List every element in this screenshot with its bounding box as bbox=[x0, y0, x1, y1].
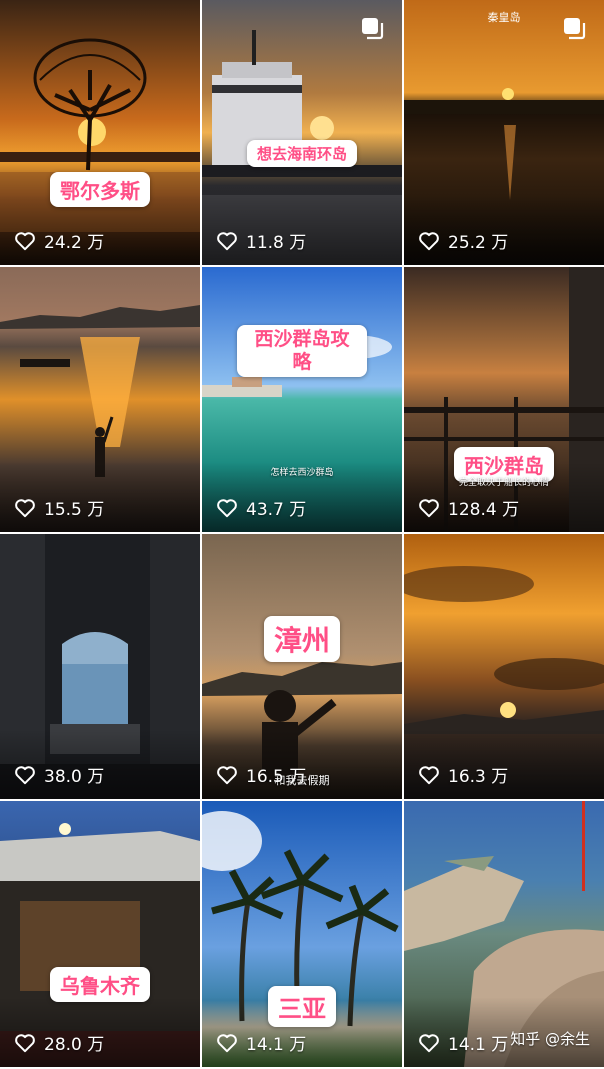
video-tile[interactable]: 14.1 万 知乎 @余生 bbox=[404, 801, 604, 1067]
like-count: 28.0 万 bbox=[14, 1030, 104, 1055]
like-count-text: 43.7 万 bbox=[246, 500, 307, 520]
location-sticker: 三亚 bbox=[268, 986, 336, 1027]
heart-outline-icon bbox=[217, 1033, 237, 1052]
like-count: 14.1 万 bbox=[418, 1030, 508, 1055]
video-tile[interactable]: 漳州 和我去假期 16.5 万 bbox=[202, 534, 402, 799]
like-count-text: 38.0 万 bbox=[44, 767, 105, 787]
location-sticker: 漳州 bbox=[263, 616, 341, 662]
like-count-text: 24.2 万 bbox=[44, 233, 105, 253]
video-grid: 鄂尔多斯 24.2 万 想去海南环岛 11.8 万 秦皇岛 25.2 万 15.… bbox=[0, 0, 604, 1069]
watermark: 知乎 @余生 bbox=[510, 1030, 590, 1048]
video-tile[interactable]: 16.3 万 bbox=[404, 534, 604, 799]
like-count: 14.1 万 bbox=[216, 1030, 306, 1055]
like-count-text: 11.8 万 bbox=[246, 233, 307, 253]
video-tile[interactable]: 想去海南环岛 11.8 万 bbox=[202, 0, 402, 265]
heart-outline-icon bbox=[217, 231, 237, 250]
heart-outline-icon bbox=[15, 765, 35, 784]
heart-outline-icon bbox=[15, 1033, 35, 1052]
video-tile[interactable]: 西沙群岛 完全取决于船长的心情 128.4 万 bbox=[404, 267, 604, 532]
video-tile[interactable]: 秦皇岛 25.2 万 bbox=[404, 0, 604, 265]
like-count: 43.7 万 bbox=[216, 495, 306, 520]
heart-outline-icon bbox=[419, 765, 439, 784]
like-count-text: 16.5 万 bbox=[246, 767, 307, 787]
heart-outline-icon bbox=[217, 498, 237, 517]
multi-image-icon bbox=[564, 18, 586, 40]
heart-outline-icon bbox=[15, 498, 35, 517]
like-count: 16.5 万 bbox=[216, 762, 306, 787]
location-sticker: 西沙群岛攻略 bbox=[237, 325, 367, 377]
video-caption: 怎样去西沙群岛 bbox=[270, 468, 334, 478]
video-tile[interactable]: 鄂尔多斯 24.2 万 bbox=[0, 0, 200, 265]
video-tile[interactable]: 38.0 万 bbox=[0, 534, 200, 799]
like-count: 128.4 万 bbox=[418, 495, 519, 520]
heart-outline-icon bbox=[217, 765, 237, 784]
video-caption: 完全取决于船长的心情 bbox=[458, 478, 549, 488]
heart-outline-icon bbox=[15, 231, 35, 250]
like-count: 15.5 万 bbox=[14, 495, 104, 520]
video-tile[interactable]: 三亚 14.1 万 bbox=[202, 801, 402, 1067]
like-count-text: 128.4 万 bbox=[448, 500, 520, 520]
heart-outline-icon bbox=[419, 231, 439, 250]
like-count: 24.2 万 bbox=[14, 228, 104, 253]
video-tile[interactable]: 西沙群岛攻略 怎样去西沙群岛 43.7 万 bbox=[202, 267, 402, 532]
like-count-text: 15.5 万 bbox=[44, 500, 105, 520]
location-sticker: 乌鲁木齐 bbox=[50, 967, 150, 1002]
like-count: 25.2 万 bbox=[418, 228, 508, 253]
like-count-text: 16.3 万 bbox=[448, 767, 509, 787]
like-count: 16.3 万 bbox=[418, 762, 508, 787]
like-count: 38.0 万 bbox=[14, 762, 104, 787]
like-count-text: 28.0 万 bbox=[44, 1035, 105, 1055]
like-count-text: 14.1 万 bbox=[448, 1035, 509, 1055]
like-count-text: 14.1 万 bbox=[246, 1035, 307, 1055]
video-tile[interactable]: 15.5 万 bbox=[0, 267, 200, 532]
video-tile[interactable]: 乌鲁木齐 28.0 万 bbox=[0, 801, 200, 1067]
location-sticker: 鄂尔多斯 bbox=[50, 172, 150, 207]
like-count: 11.8 万 bbox=[216, 228, 306, 253]
heart-outline-icon bbox=[419, 498, 439, 517]
like-count-text: 25.2 万 bbox=[448, 233, 509, 253]
location-sticker: 想去海南环岛 bbox=[246, 140, 358, 167]
heart-outline-icon bbox=[419, 1033, 439, 1052]
multi-image-icon bbox=[362, 18, 384, 40]
